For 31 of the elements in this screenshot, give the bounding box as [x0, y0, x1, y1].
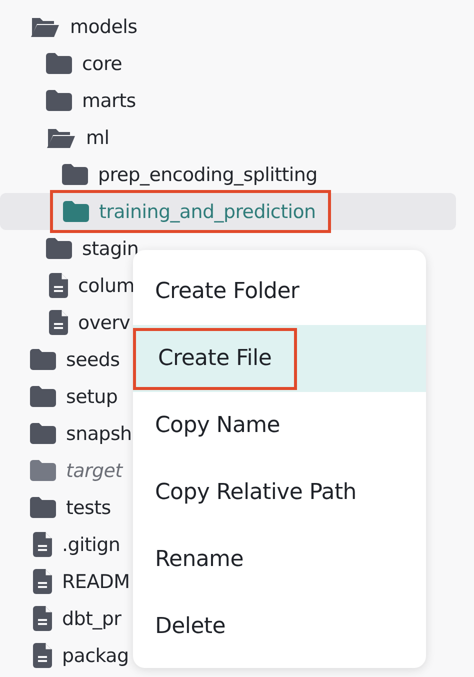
- folder-name[interactable]: tests: [66, 496, 111, 518]
- folder-name[interactable]: stagin: [82, 238, 139, 260]
- file-name[interactable]: packag: [62, 644, 129, 666]
- file-name[interactable]: colum: [78, 274, 134, 296]
- folder-name[interactable]: target: [66, 460, 122, 482]
- folder-name[interactable]: prep_encoding_splitting: [98, 164, 318, 186]
- document-icon: [33, 643, 52, 668]
- folder-name[interactable]: ml: [86, 126, 110, 148]
- document-icon: [33, 532, 52, 557]
- menu-item[interactable]: Copy Relative Path: [133, 459, 426, 526]
- menu-item[interactable]: Copy Name: [133, 392, 426, 459]
- file-name[interactable]: overv: [78, 312, 130, 334]
- folder-name[interactable]: snapsh: [66, 422, 132, 444]
- file-name[interactable]: READM: [62, 570, 130, 592]
- document-icon: [33, 569, 52, 594]
- folder-name[interactable]: core: [82, 52, 122, 74]
- folder-name[interactable]: seeds: [66, 348, 120, 370]
- file-name[interactable]: dbt_pr: [62, 608, 122, 630]
- menu-item[interactable]: Create Folder: [133, 258, 426, 325]
- folder-name[interactable]: setup: [66, 386, 118, 408]
- menu-item[interactable]: Delete: [133, 593, 426, 660]
- menu-item[interactable]: Create File: [133, 325, 426, 392]
- document-icon: [49, 310, 68, 335]
- document-icon: [33, 606, 52, 631]
- folder-name[interactable]: models: [70, 16, 138, 38]
- file-name[interactable]: .gitign: [62, 534, 120, 556]
- menu-item[interactable]: Rename: [133, 526, 426, 593]
- document-icon: [49, 273, 68, 298]
- selected-tree-row[interactable]: training_and_prediction: [0, 193, 456, 230]
- folder-name[interactable]: marts: [82, 90, 136, 112]
- folder-name[interactable]: training_and_prediction: [99, 200, 316, 222]
